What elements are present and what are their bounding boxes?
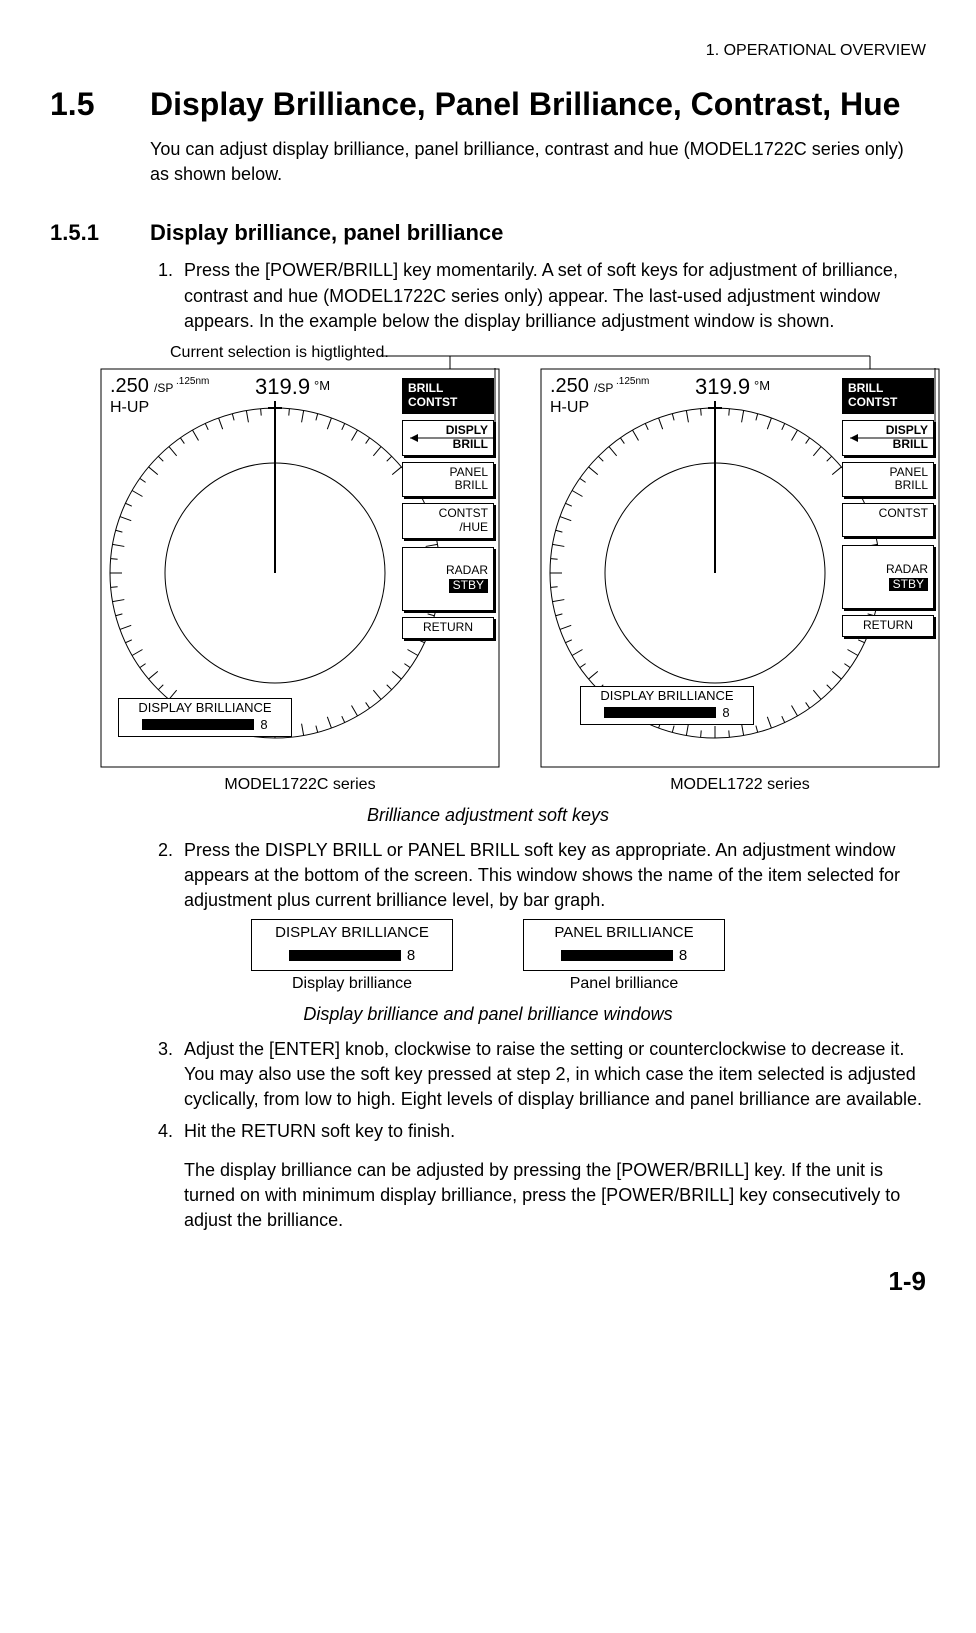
running-head: 1. OPERATIONAL OVERVIEW bbox=[50, 40, 926, 62]
softkey-panel-brill[interactable]: PANEL BRILL bbox=[842, 462, 934, 498]
soft-keys-right: BRILL CONTST DISPLY BRILL PANEL BRILL CO… bbox=[842, 378, 934, 637]
softkey-disply-brill[interactable]: DISPLY BRILL bbox=[842, 420, 934, 456]
subsection-number: 1.5.1 bbox=[50, 218, 150, 249]
subsection-title: Display brilliance, panel brilliance bbox=[150, 218, 926, 249]
svg-text:H-UP: H-UP bbox=[550, 399, 589, 416]
brilliance-value: 8 bbox=[679, 945, 687, 966]
panel-brilliance-window: PANEL BRILLIANCE 8 bbox=[523, 919, 725, 971]
softkey-return[interactable]: RETURN bbox=[842, 615, 934, 637]
softkey-contst-hue[interactable]: CONTST /HUE bbox=[402, 503, 494, 539]
page-number: 1-9 bbox=[50, 1263, 926, 1299]
steps-list: Press the [POWER/BRILL] key momentarily.… bbox=[150, 258, 926, 334]
svg-text:319.9: 319.9 bbox=[695, 374, 750, 399]
display-brilliance-window: DISPLAY BRILLIANCE 8 bbox=[251, 919, 453, 971]
svg-text:H-UP: H-UP bbox=[110, 399, 149, 416]
section-intro: You can adjust display brilliance, panel… bbox=[150, 137, 926, 187]
softkey-contst[interactable]: CONTST bbox=[842, 503, 934, 537]
softkey-heading: BRILL CONTST bbox=[402, 378, 494, 414]
figure-row: .250 /SP .125nm H-UP 319.9 °M bbox=[100, 368, 926, 796]
radar-left: .250 /SP .125nm H-UP 319.9 °M bbox=[100, 368, 500, 796]
softkey-disply-brill[interactable]: DISPLY BRILL bbox=[402, 420, 494, 456]
figure-caption-2: Display brilliance and panel brilliance … bbox=[50, 1002, 926, 1027]
display-brilliance-caption: Display brilliance bbox=[251, 973, 453, 995]
brilliance-bar bbox=[142, 719, 254, 730]
brilliance-window-right: DISPLAY BRILLIANCE 8 bbox=[580, 686, 754, 725]
callout-text: Current selection is higtlighted. bbox=[170, 342, 926, 364]
step-2: Press the DISPLY BRILL or PANEL BRILL so… bbox=[178, 838, 926, 914]
step-3: Adjust the [ENTER] knob, clockwise to ra… bbox=[178, 1037, 926, 1113]
steps-list-cont2: Adjust the [ENTER] knob, clockwise to ra… bbox=[150, 1037, 926, 1233]
svg-text:°M: °M bbox=[314, 378, 330, 393]
figure-caption-1: Brilliance adjustment soft keys bbox=[50, 803, 926, 828]
steps-list-cont: Press the DISPLY BRILL or PANEL BRILL so… bbox=[150, 838, 926, 914]
svg-text:.250: .250 bbox=[110, 375, 149, 397]
subsection-heading: 1.5.1 Display brilliance, panel brillian… bbox=[50, 218, 926, 249]
brilliance-value: 8 bbox=[407, 945, 415, 966]
svg-text:°M: °M bbox=[754, 378, 770, 393]
svg-text:/SP: /SP bbox=[594, 381, 613, 395]
model-caption-left: MODEL1722C series bbox=[100, 774, 500, 796]
softkey-return[interactable]: RETURN bbox=[402, 617, 494, 639]
brilliance-bar bbox=[604, 707, 716, 718]
radar-right: .250 /SP .125nm H-UP 319.9 °M BRILL CONT… bbox=[540, 368, 940, 796]
step-1: Press the [POWER/BRILL] key momentarily.… bbox=[178, 258, 926, 334]
svg-text:/SP: /SP bbox=[154, 381, 173, 395]
svg-text:.125nm: .125nm bbox=[176, 376, 209, 387]
softkey-radar-stby[interactable]: RADARSTBY bbox=[402, 547, 494, 611]
svg-text:319.9: 319.9 bbox=[255, 374, 310, 399]
brilliance-value: 8 bbox=[260, 718, 267, 732]
svg-text:.125nm: .125nm bbox=[616, 376, 649, 387]
brilliance-window-left: DISPLAY BRILLIANCE 8 bbox=[118, 698, 292, 737]
step-4: Hit the RETURN soft key to finish. The d… bbox=[178, 1119, 926, 1234]
section-heading: 1.5 Display Brilliance, Panel Brilliance… bbox=[50, 82, 926, 127]
section-number: 1.5 bbox=[50, 82, 150, 127]
brilliance-bar bbox=[289, 950, 401, 961]
softkey-radar-stby[interactable]: RADARSTBY bbox=[842, 545, 934, 609]
softkey-panel-brill[interactable]: PANEL BRILL bbox=[402, 462, 494, 498]
brilliance-value: 8 bbox=[722, 706, 729, 720]
brilliance-windows: DISPLAY BRILLIANCE 8 Display brilliance … bbox=[50, 919, 926, 995]
section-title: Display Brilliance, Panel Brilliance, Co… bbox=[150, 82, 926, 127]
svg-text:.250: .250 bbox=[550, 375, 589, 397]
soft-keys-left: BRILL CONTST DISPLY BRILL PANEL BRILL CO… bbox=[402, 378, 494, 638]
softkey-heading: BRILL CONTST bbox=[842, 378, 934, 414]
model-caption-right: MODEL1722 series bbox=[540, 774, 940, 796]
brilliance-bar bbox=[561, 950, 673, 961]
panel-brilliance-caption: Panel brilliance bbox=[523, 973, 725, 995]
